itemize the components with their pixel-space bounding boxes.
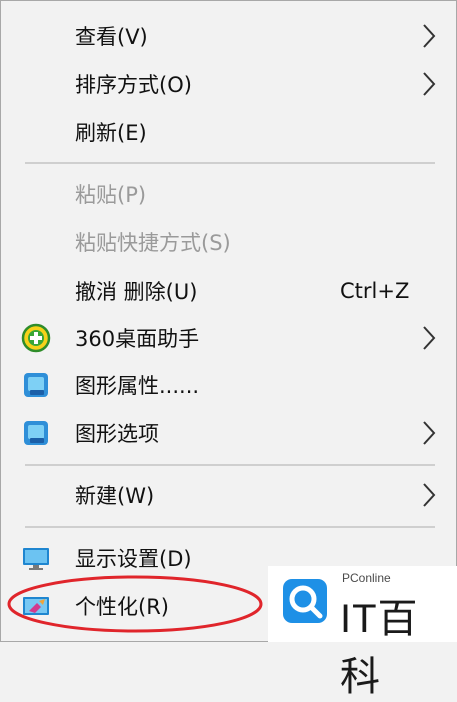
menu-item-sort-by[interactable]: 排序方式(O): [1, 62, 456, 106]
menu-item-label: 粘贴快捷方式(S): [75, 231, 231, 255]
menu-item-new[interactable]: 新建(W): [1, 473, 456, 517]
menu-item-graphics-options[interactable]: 图形选项: [1, 411, 456, 455]
magnifier-logo-icon: [283, 579, 327, 623]
chevron-right-icon: [423, 72, 436, 96]
menu-item-paste-shortcut: 粘贴快捷方式(S): [1, 220, 456, 264]
menu-item-label: 个性化(R): [75, 595, 169, 619]
display-settings-icon: [23, 548, 49, 570]
watermark: PConline IT百科: [268, 566, 457, 699]
watermark-small-text: PConline: [342, 571, 391, 585]
menu-item-label: 刷新(E): [75, 121, 147, 145]
menu-item-label: 图形属性......: [75, 374, 200, 398]
menu-item-view[interactable]: 查看(V): [1, 14, 456, 58]
chevron-right-icon: [423, 24, 436, 48]
menu-item-label: 粘贴(P): [75, 183, 147, 207]
360-assistant-icon: [21, 323, 51, 353]
chevron-right-icon: [423, 483, 436, 507]
personalize-icon: [23, 597, 49, 615]
menu-item-label: 新建(W): [75, 484, 155, 508]
menu-item-label: 显示设置(D): [75, 547, 192, 571]
watermark-big-text: IT百科: [340, 597, 419, 699]
menu-item-undo-delete[interactable]: 撤消 删除(U) Ctrl+Z: [1, 269, 456, 313]
menu-item-label: 图形选项: [75, 422, 159, 446]
graphics-options-icon: [24, 421, 48, 445]
menu-item-label: 360桌面助手: [75, 327, 200, 351]
menu-separator: [25, 526, 435, 528]
menu-item-refresh[interactable]: 刷新(E): [1, 110, 456, 154]
chevron-right-icon: [423, 421, 436, 445]
menu-separator: [25, 464, 435, 466]
menu-item-label: 排序方式(O): [75, 73, 192, 97]
menu-item-label: 查看(V): [75, 25, 148, 49]
context-menu: 查看(V) 排序方式(O) 刷新(E) 粘贴(P) 粘贴快捷方式(S) 撤消 删…: [0, 0, 457, 642]
menu-separator: [25, 162, 435, 164]
menu-item-paste: 粘贴(P): [1, 172, 456, 216]
menu-item-360-assistant[interactable]: 360桌面助手: [1, 316, 456, 360]
menu-item-label: 撤消 删除(U): [75, 280, 198, 304]
graphics-properties-icon: [24, 373, 48, 397]
shortcut-label: Ctrl+Z: [340, 279, 410, 303]
menu-item-graphics-properties[interactable]: 图形属性......: [1, 363, 456, 407]
chevron-right-icon: [423, 326, 436, 350]
